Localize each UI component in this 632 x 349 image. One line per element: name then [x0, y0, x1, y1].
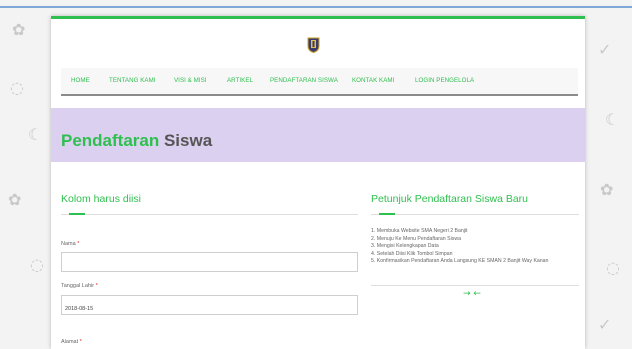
background-doodle: ◌	[606, 258, 620, 277]
background-doodle: ◌	[30, 255, 44, 274]
background-doodle: ✿	[600, 180, 614, 199]
school-crest-icon	[307, 37, 320, 53]
guide-bottom-divider	[371, 285, 579, 286]
guide-title: Petunjuk Pendaftaran Siswa Baru	[371, 193, 529, 205]
nav-artikel[interactable]: ARTIKEL	[227, 77, 253, 84]
background-doodle: ✿	[8, 190, 22, 209]
guide-divider	[371, 214, 579, 215]
nav-home[interactable]: HOME	[71, 77, 90, 84]
guide-accent	[379, 213, 395, 215]
page-title: Pendaftaran Siswa	[61, 131, 213, 150]
form-section-title: Kolom harus diisi	[61, 193, 141, 205]
nav-kontak-kami[interactable]: KONTAK KAMI	[352, 77, 394, 84]
guide-step: 4. Setelah Diisi Klik Tombol Simpan	[371, 250, 453, 257]
nav-pendaftaran-siswa[interactable]: PENDAFTARAN SISWA	[270, 77, 338, 84]
address-label: Alamat *	[61, 339, 82, 345]
page-hero: Pendaftaran Siswa	[51, 108, 585, 162]
main-navigation: HOME TENTANG KAMI VISI & MISI ARTIKEL PE…	[61, 68, 578, 96]
nav-visi-misi[interactable]: VISI & MISI	[174, 77, 207, 84]
background-doodle: ✓	[598, 315, 612, 334]
guide-step: 5. Konfirmasikan Pendaftaran Anda Langsu…	[371, 258, 549, 265]
guide-step: 1. Membuka Website SMA Negeri 2 Banjit	[371, 228, 468, 234]
background-doodle: ☾	[605, 110, 620, 129]
guide-step: 2. Menuju Ke Menu Pendaftaran Siswa	[371, 235, 461, 242]
nav-login-pengelola[interactable]: LOGIN PENGELOLA	[415, 77, 474, 84]
birthdate-label: Tanggal Lahir *	[61, 283, 98, 289]
birthdate-input[interactable]	[61, 295, 358, 315]
guide-steps-list: 1. Membuka Website SMA Negeri 2 Banjit 2…	[371, 228, 548, 266]
page-card: HOME TENTANG KAMI VISI & MISI ARTIKEL PE…	[51, 16, 585, 349]
name-label: Nama *	[61, 241, 80, 247]
name-input[interactable]	[61, 252, 358, 272]
browser-top-line	[0, 6, 632, 8]
form-section-divider	[61, 214, 358, 215]
background-doodle: ✿	[12, 20, 26, 39]
nav-tentang-kami[interactable]: TENTANG KAMI	[109, 77, 156, 84]
arrows-icon: → ←	[463, 289, 481, 299]
form-section-accent	[69, 213, 85, 215]
background-doodle: ☾	[28, 125, 43, 144]
guide-step: 3. Mengisi Kelengkapan Data	[371, 243, 439, 250]
background-doodle: ◌	[10, 78, 24, 97]
background-doodle: ✓	[598, 40, 612, 59]
